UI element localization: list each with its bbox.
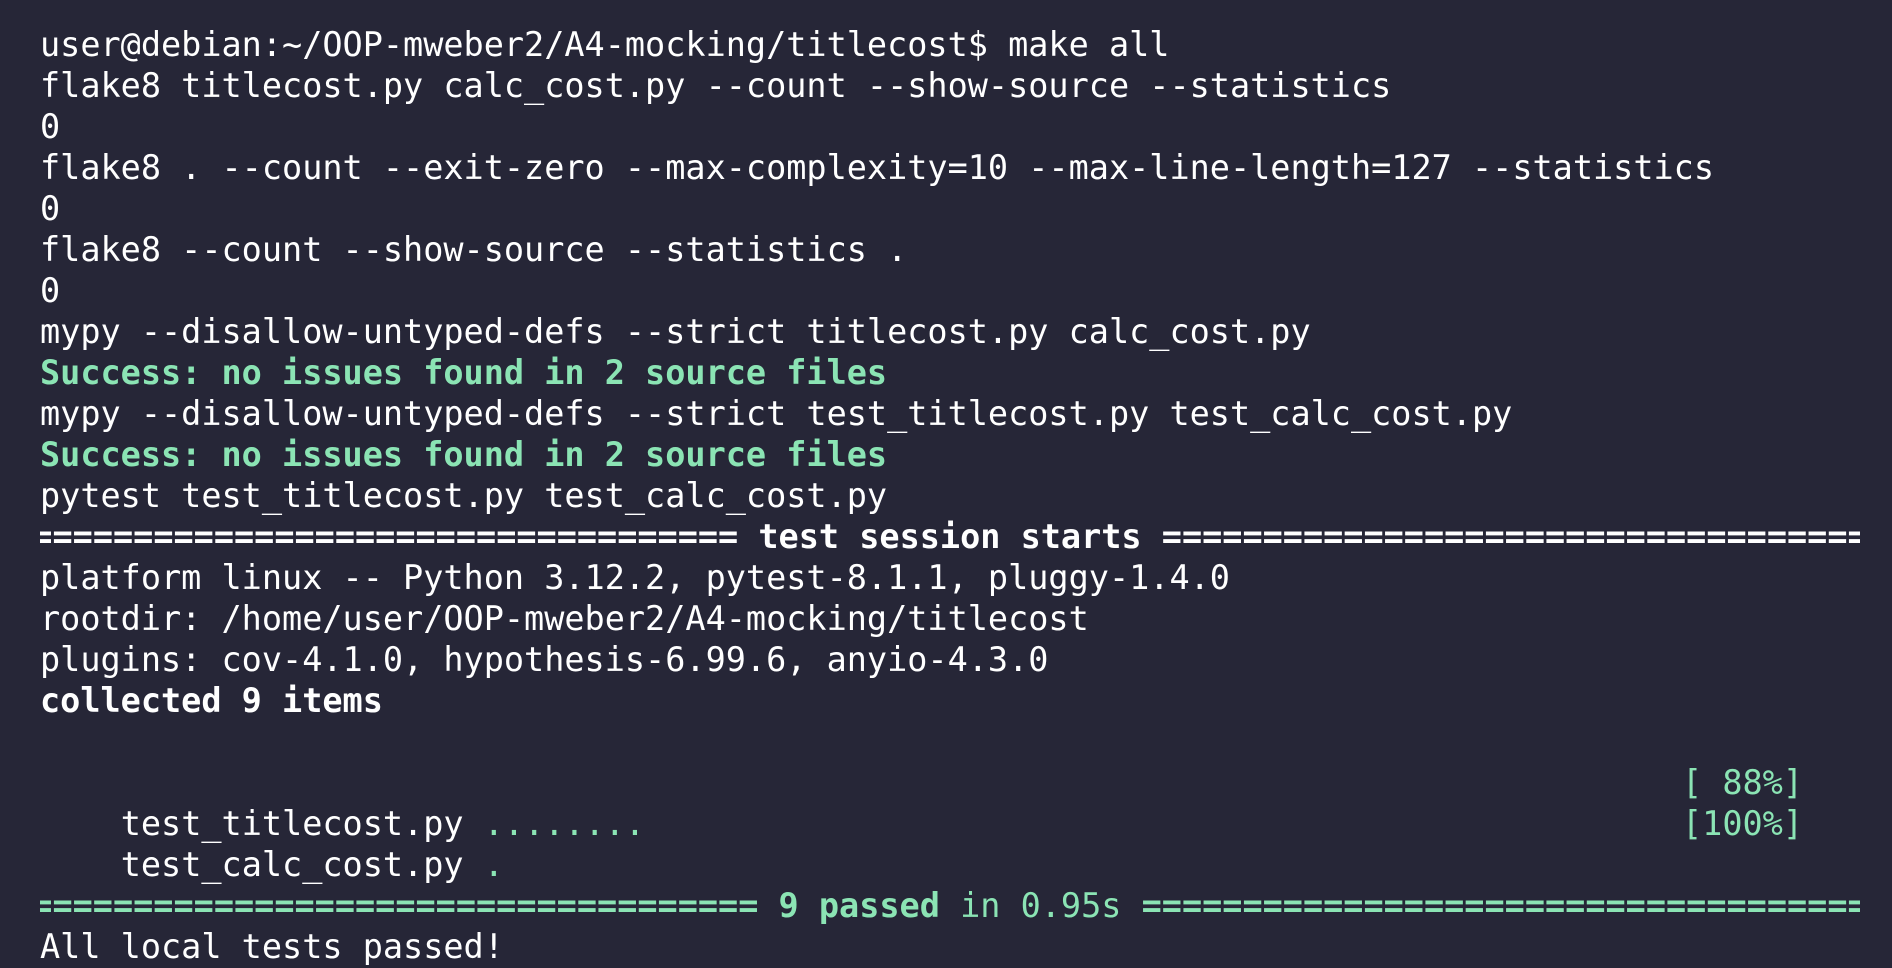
mypy-success-2: Success: no issues found in 2 source fil…: [40, 435, 888, 474]
pytest-command: pytest test_titlecost.py test_calc_cost.…: [40, 476, 888, 515]
test-file-row: test_calc_cost.py . [100%]: [40, 803, 1860, 884]
collected-line: collected 9 items: [40, 681, 383, 720]
mypy-success-1: Success: no issues found in 2 source fil…: [40, 353, 888, 392]
rule-right: ========================================…: [1161, 517, 1860, 556]
flake8-command-1: flake8 titlecost.py calc_cost.py --count…: [40, 66, 1392, 105]
summary-rule: ========================================…: [40, 885, 1860, 926]
duration: in 0.95s: [960, 886, 1122, 925]
terminal-window[interactable]: user@debian:~/OOP-mweber2/A4-mocking/tit…: [0, 0, 1892, 968]
mypy-command-2: mypy --disallow-untyped-defs --strict te…: [40, 394, 1513, 433]
rule-right: ========================================…: [1141, 886, 1860, 925]
rule-left: ========================================…: [40, 517, 739, 556]
flake8-command-3: flake8 --count --show-source --statistic…: [40, 230, 908, 269]
mypy-command-1: mypy --disallow-untyped-defs --strict ti…: [40, 312, 1311, 351]
passed-count: 9 passed: [778, 886, 940, 925]
rule-left: ========================================…: [40, 886, 759, 925]
plugins-line: plugins: cov-4.1.0, hypothesis-6.99.6, a…: [40, 640, 1049, 679]
prompt-command-line: user@debian:~/OOP-mweber2/A4-mocking/tit…: [40, 25, 1170, 64]
flake8-command-2: flake8 . --count --exit-zero --max-compl…: [40, 148, 1715, 187]
rootdir-line: rootdir: /home/user/OOP-mweber2/A4-mocki…: [40, 599, 1089, 638]
test-progress-percent: [ 88%]: [1681, 763, 1803, 802]
flake8-output-3: 0: [40, 271, 61, 310]
flake8-output-1: 0: [40, 107, 61, 146]
session-header: test session starts: [758, 517, 1142, 556]
final-message: All local tests passed!: [40, 927, 504, 966]
platform-line: platform linux -- Python 3.12.2, pytest-…: [40, 558, 1230, 597]
flake8-output-2: 0: [40, 189, 61, 228]
test-progress-percent: [100%]: [1681, 804, 1803, 843]
test-file-row: test_titlecost.py ........ [ 88%]: [40, 762, 1860, 843]
session-start-rule: ========================================…: [40, 516, 1860, 557]
